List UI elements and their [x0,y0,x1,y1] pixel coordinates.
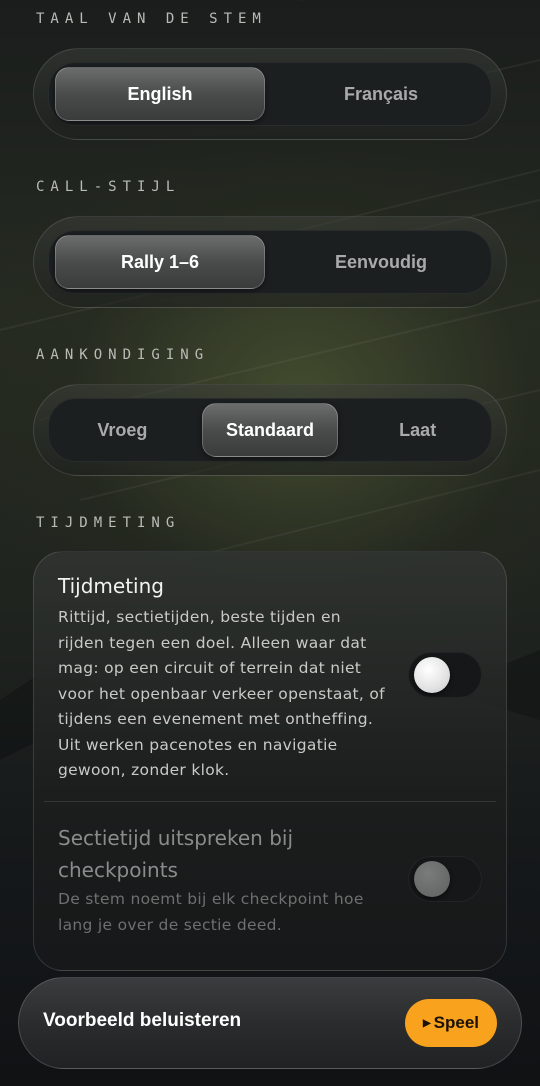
call-style-option-rally[interactable]: Rally 1–6 [55,235,265,289]
card-divider [44,801,496,802]
voice-language-label: TAAL VAN DE STEM [36,11,267,27]
timing-title: Tijdmeting [58,574,164,598]
voice-language-option-francais[interactable]: Français [277,68,485,120]
play-button-label: Speel [433,1013,480,1032]
timing-description: Rittijd, sectietijden, beste tijden en r… [58,608,385,779]
timing-toggle[interactable] [408,652,482,698]
timing-section-label: TIJDMETING [36,515,181,531]
play-triangle-icon: ▶ [422,1017,431,1029]
checkpoint-toggle[interactable] [408,856,482,902]
preview-bar: Voorbeeld beluisteren ▶ Speel [18,977,522,1069]
checkpoint-toggle-knob [414,861,450,897]
timing-toggle-knob [414,657,450,693]
voice-language-option-english[interactable]: English [55,67,265,121]
announcement-track: Vroeg Standaard Laat [48,398,492,462]
announcement-option-early[interactable]: Vroeg [55,404,190,456]
announcement-option-standard[interactable]: Standaard [201,403,339,457]
checkpoint-description: De stem noemt bij elk checkpoint hoe lan… [58,890,364,934]
preview-label: Voorbeeld beluisteren [43,1010,242,1031]
announcement-selector: Vroeg Standaard Laat [33,384,507,476]
checkpoint-title: Sectietijd uitspreken bij checkpoints [58,826,293,882]
announcement-option-late[interactable]: Laat [350,404,485,456]
call-style-selector: Rally 1–6 Eenvoudig [33,216,507,308]
call-style-track: Rally 1–6 Eenvoudig [48,230,492,294]
timing-card: Tijdmeting Rittijd, sectietijden, beste … [33,551,507,971]
call-style-label: CALL-STIJL [36,179,181,195]
voice-language-track: English Français [48,62,492,126]
call-style-option-simple[interactable]: Eenvoudig [277,236,485,288]
voice-language-selector: English Français [33,48,507,140]
play-button[interactable]: ▶ Speel [405,999,497,1047]
announcement-label: AANKONDIGING [36,347,210,363]
